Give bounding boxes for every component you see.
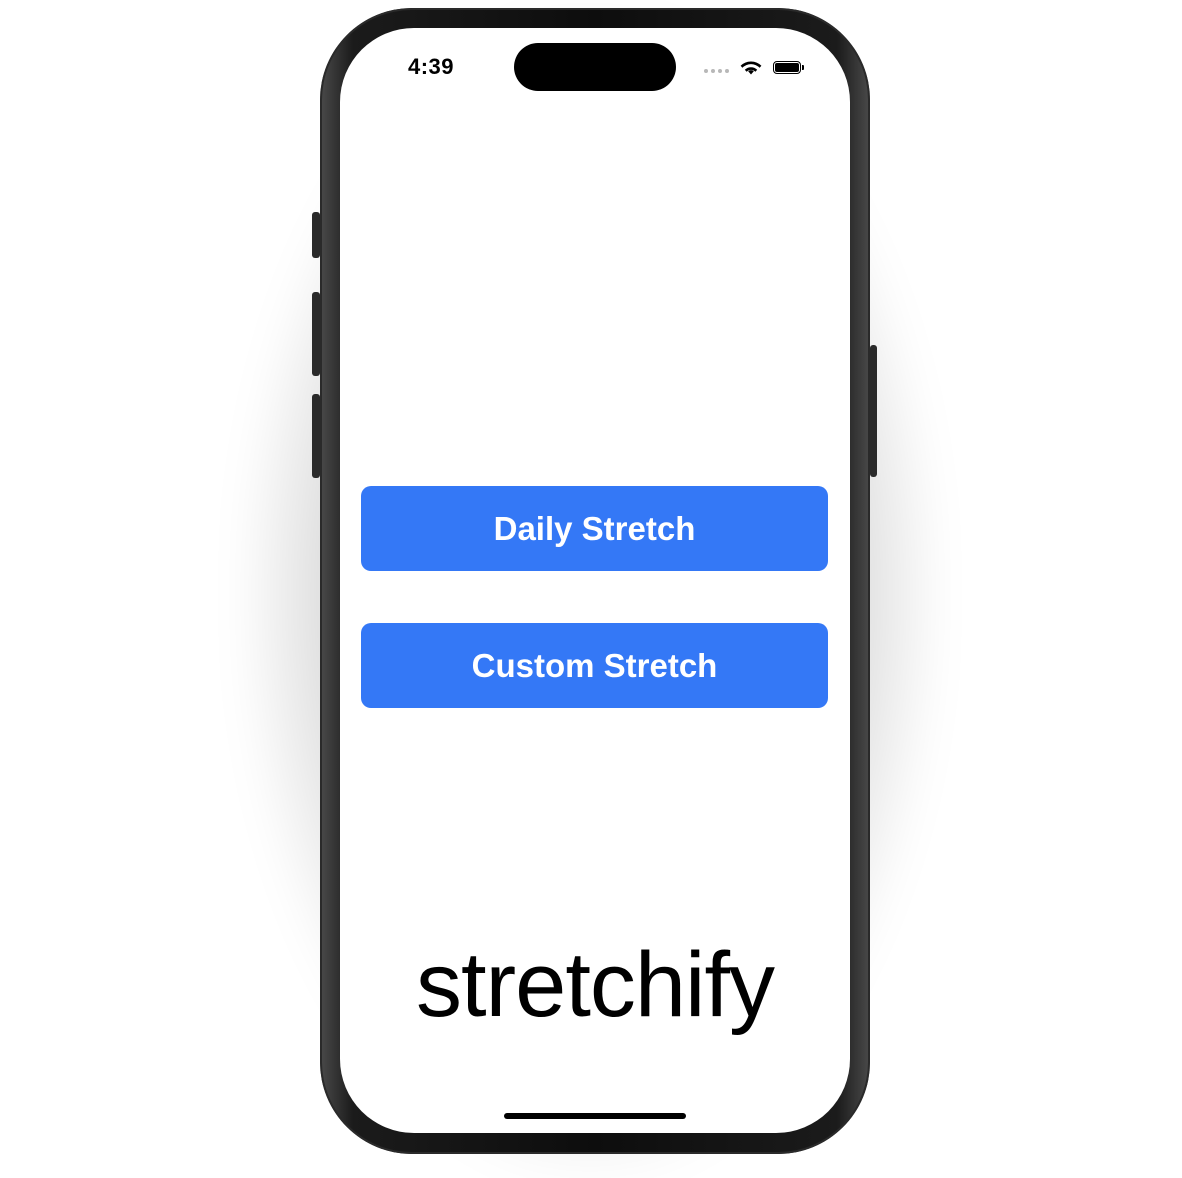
wifi-icon [740, 61, 762, 75]
volume-down-side-button [312, 394, 320, 478]
volume-up-side-button [312, 292, 320, 376]
battery-icon [773, 60, 804, 74]
status-indicators [704, 56, 804, 78]
app-brand-title: stretchify [415, 934, 775, 1036]
power-side-button [870, 345, 877, 477]
stage: 4:39 Daily Stretch Custom Stretch stretc… [0, 0, 1182, 1178]
daily-stretch-button[interactable]: Daily Stretch [361, 486, 828, 571]
custom-stretch-button[interactable]: Custom Stretch [361, 623, 828, 708]
cellular-signal-icon [704, 61, 729, 73]
action-side-button [312, 212, 320, 258]
status-time: 4:39 [408, 54, 455, 79]
home-indicator[interactable] [504, 1113, 686, 1119]
app-screen: 4:39 Daily Stretch Custom Stretch stretc… [340, 28, 850, 1133]
dynamic-island [514, 43, 676, 91]
